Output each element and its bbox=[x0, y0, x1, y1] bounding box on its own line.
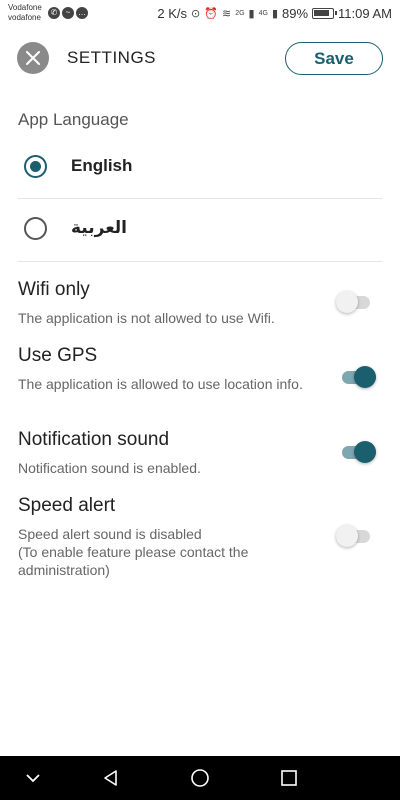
setting-description: Notification sound is enabled. bbox=[18, 460, 201, 476]
alarm-icon: ⏰ bbox=[204, 8, 218, 20]
page-title: SETTINGS bbox=[67, 48, 157, 67]
speed-alert-toggle[interactable] bbox=[336, 524, 376, 548]
status-bar: Vodafone vodafone ✆ ~ … 2 K/s ⊙ ⏰ ≋ 2G ▮… bbox=[0, 0, 400, 28]
signal-icon-1: ▮ bbox=[248, 8, 255, 20]
back-triangle-icon bbox=[104, 770, 117, 786]
network-speed: 2 K/s bbox=[157, 6, 188, 21]
notification-icons: ✆ ~ … bbox=[48, 7, 88, 19]
language-label: English bbox=[71, 156, 133, 175]
wifi-icon: ≋ bbox=[221, 8, 232, 20]
signal-icon-2: ▮ bbox=[271, 8, 278, 20]
setting-title: Notification sound bbox=[18, 429, 170, 450]
network-type-1: 2G bbox=[235, 10, 245, 17]
navigation-bar bbox=[0, 756, 400, 800]
radio-button-english[interactable] bbox=[24, 155, 47, 178]
status-right: 2 K/s ⊙ ⏰ ≋ 2G ▮ 4G ▮ 89% 11:09 AM bbox=[157, 6, 392, 21]
setting-description: The application is not allowed to use Wi… bbox=[18, 310, 275, 326]
chevron-down-icon bbox=[26, 774, 40, 783]
back-button[interactable] bbox=[99, 766, 123, 790]
location-icon: ⊙ bbox=[191, 8, 201, 20]
battery-percent: 89% bbox=[282, 6, 309, 21]
message-icon: … bbox=[76, 7, 88, 19]
language-option-arabic[interactable]: العربية bbox=[0, 198, 400, 258]
messenger-icon: ~ bbox=[62, 7, 74, 19]
language-option-english[interactable]: English bbox=[0, 136, 400, 196]
language-section-title: App Language bbox=[18, 110, 129, 129]
setting-description: Speed alert sound is disabled (To enable… bbox=[18, 526, 249, 578]
close-button[interactable] bbox=[17, 42, 49, 74]
whatsapp-icon: ✆ bbox=[48, 7, 60, 19]
recents-button[interactable] bbox=[277, 766, 301, 790]
carrier-names: Vodafone vodafone bbox=[8, 3, 42, 23]
toggle-thumb bbox=[336, 525, 358, 547]
clock: 11:09 AM bbox=[338, 6, 392, 21]
recents-square-icon bbox=[281, 770, 297, 786]
wifi-only-toggle[interactable] bbox=[336, 290, 376, 314]
close-icon bbox=[26, 51, 40, 65]
setting-title: Speed alert bbox=[18, 495, 116, 516]
toggle-thumb bbox=[336, 291, 358, 313]
network-type-2: 4G bbox=[258, 10, 268, 17]
toggle-thumb bbox=[354, 366, 376, 388]
app-header: SETTINGS Save bbox=[0, 38, 400, 82]
home-circle-icon bbox=[191, 769, 209, 787]
notification-sound-toggle[interactable] bbox=[336, 440, 376, 464]
toggle-thumb bbox=[354, 441, 376, 463]
carrier-1: Vodafone bbox=[8, 3, 42, 12]
divider bbox=[18, 261, 382, 262]
save-button[interactable]: Save bbox=[285, 42, 383, 75]
setting-description: The application is allowed to use locati… bbox=[18, 376, 303, 392]
setting-title: Use GPS bbox=[18, 345, 98, 366]
use-gps-toggle[interactable] bbox=[336, 365, 376, 389]
battery-icon bbox=[312, 8, 338, 19]
carrier-2: vodafone bbox=[8, 13, 41, 22]
collapse-button[interactable] bbox=[21, 766, 45, 790]
setting-title: Wifi only bbox=[18, 279, 90, 300]
radio-button-arabic[interactable] bbox=[24, 217, 47, 240]
home-button[interactable] bbox=[188, 766, 212, 790]
language-label: العربية bbox=[71, 218, 128, 237]
